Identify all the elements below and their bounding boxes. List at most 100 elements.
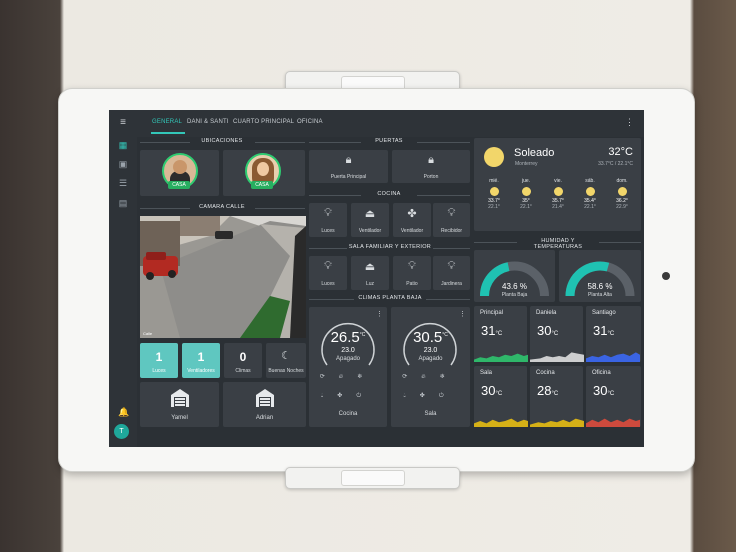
mode-icons[interactable]: ⟳🔥︎❄ [309, 373, 387, 381]
weather-card[interactable]: Soleado Monterrey 32°C 33.7°C / 22.1°C m… [474, 138, 641, 231]
humidity-label: Planta Baja [501, 292, 528, 298]
camera-label: Calle [143, 331, 153, 336]
room-temp: 30°C [481, 383, 503, 398]
sala-light-button[interactable]: ⏏ Luz [351, 256, 389, 290]
forecast-low: 22.1° [488, 204, 500, 210]
lights-counter-button[interactable]: 1 Luces [140, 343, 178, 378]
menu-icon[interactable]: ≡ [118, 118, 128, 128]
forecast-day-name: sáb. [585, 178, 595, 184]
cocina-recibidor-label: Recibidor [440, 228, 463, 234]
humidity-planta-alta[interactable]: 58.6 % Planta Alta [559, 250, 641, 302]
cocina-title: COCINA [377, 191, 401, 197]
garage-icon [171, 389, 189, 407]
bulb-icon: 💡︎ [447, 260, 456, 272]
sun-icon [521, 187, 531, 196]
fan-power-icons[interactable]: 💧︎✤⏻ [309, 392, 387, 400]
room-temp-card[interactable]: Oficina 30°C [586, 366, 641, 427]
cocina-fan-1-button[interactable]: ⏏ Ventilador [351, 203, 389, 237]
id-card-icon[interactable]: ▣ [118, 159, 128, 169]
thermostat-sala[interactable]: ⋮ 30.5°C 23.0 Apagado ⟳🔥︎❄ 💧︎✤⏻ Sala [391, 307, 470, 427]
sun-icon [585, 187, 595, 196]
sun-icon [553, 187, 563, 196]
sidebar: ≡ ▦ ▣ ☰ ▤ 🔔 T [109, 110, 137, 447]
moon-icon: ☾ [281, 350, 291, 362]
divider [255, 208, 305, 209]
cocina-lights-button[interactable]: 💡︎ Luces [309, 203, 347, 237]
fans-counter-button[interactable]: 1 Ventiladores [182, 343, 220, 378]
dashboard-icon[interactable]: ▦ [118, 140, 128, 150]
cocina-fan-1-label: Ventilador [358, 228, 382, 234]
weather-condition: Soleado [514, 147, 555, 159]
hvac-state: Apagado [335, 356, 361, 362]
bulb-icon: 💡︎ [408, 260, 416, 272]
divider [426, 299, 470, 300]
street-camera-feed[interactable]: Calle [140, 216, 306, 338]
sala-title: SALA FAMILIAR Y EXTERIOR [348, 244, 432, 250]
divider [140, 208, 190, 209]
divider [433, 248, 470, 249]
room-temp-card[interactable]: Santiago 31°C [586, 306, 641, 362]
tab-dani-santi[interactable]: DANI & SANTI [187, 119, 229, 125]
forecast-low: 21.4° [552, 204, 564, 210]
door-main-button[interactable]: 🔒︎ Puerta Principal [309, 150, 388, 183]
tab-general[interactable]: GENERAL [152, 119, 182, 125]
tab-cuarto-principal[interactable]: CUARTO PRINCIPAL [233, 119, 294, 125]
dashboard-screen: ≡ ▦ ▣ ☰ ▤ 🔔 T GENERAL DANI & SANTI CUART… [109, 110, 644, 447]
weather-location: Monterrey [515, 161, 538, 167]
climas-counter-button[interactable]: 0 Climas [224, 343, 262, 378]
cocina-fan-2-button[interactable]: ✤ Ventilador [393, 203, 431, 237]
user-avatar[interactable]: T [114, 424, 129, 439]
room-name: Sala [480, 370, 493, 376]
room-temp: 31°C [481, 323, 503, 338]
temp-sparkline [586, 418, 640, 427]
ceiling-lamp-icon: ⏏ [364, 208, 376, 220]
temp-sparkline [474, 418, 528, 427]
cocina-recibidor-button[interactable]: 💡︎ Recibidor [433, 203, 470, 237]
garage-adrian-label: Adrian [255, 415, 274, 421]
divider [309, 142, 361, 143]
divider [309, 248, 347, 249]
person-card-2[interactable]: CASA [223, 150, 305, 196]
room-temp-card[interactable]: Sala 30°C [474, 366, 528, 427]
garage-adrian-button[interactable]: Adrian [223, 382, 306, 427]
lights-label: Luces [152, 368, 166, 374]
good-night-button[interactable]: ☾ Buenas Noches [266, 343, 306, 378]
room-temp-card[interactable]: Daniela 30°C [530, 306, 584, 362]
divider [309, 195, 361, 196]
sun-icon [489, 187, 499, 196]
door-porton-label: Porton [423, 174, 439, 180]
forecast-day-name: vie. [554, 178, 562, 184]
list-icon[interactable]: ☰ [118, 178, 128, 188]
fan-icon: ✤ [407, 208, 417, 220]
room-temp-card[interactable]: Cocina 28°C [530, 366, 584, 427]
person-card-1[interactable]: CASA [140, 150, 219, 196]
temp-sparkline [530, 418, 584, 427]
fan-power-icons[interactable]: 💧︎✤⏻ [391, 392, 470, 400]
climas-title: CLIMAS PLANTA BAJA [358, 295, 422, 301]
ubicaciones-title: UBICACIONES [201, 138, 243, 144]
forecast-low: 22.9° [616, 204, 628, 210]
sala-patio-button[interactable]: 💡︎ Patio [393, 256, 431, 290]
humidity-planta-baja[interactable]: 43.6 % Planta Baja [474, 250, 555, 302]
more-options-icon[interactable]: ⋮ [625, 117, 634, 128]
thermostat-name: Sala [424, 411, 437, 417]
forecast-day-name: dom. [616, 178, 628, 184]
divider [474, 242, 517, 243]
garage-yamel-label: Yamel [171, 415, 188, 421]
room-temp: 30°C [537, 323, 559, 338]
target-temp: 23.0 [341, 347, 355, 354]
sala-light-label: Luz [365, 281, 375, 287]
cocina-lights-label: Luces [321, 228, 335, 234]
sala-lights-button[interactable]: 💡︎ Luces [309, 256, 347, 290]
thermostat-cocina[interactable]: ⋮ 26.5°C 23.0 Apagado ⟳🔥︎❄ 💧︎✤⏻ Cocina [309, 307, 387, 427]
room-temp-card[interactable]: Principal 31°C [474, 306, 528, 362]
tab-oficina[interactable]: OFICINA [297, 119, 323, 125]
calendar-icon[interactable]: ▤ [118, 198, 128, 208]
sala-jardinera-button[interactable]: 💡︎ Jardinera [433, 256, 470, 290]
garage-yamel-button[interactable]: Yamel [140, 382, 219, 427]
top-bar: GENERAL DANI & SANTI CUARTO PRINCIPAL OF… [137, 110, 644, 137]
door-porton-button[interactable]: 🔒︎ Porton [392, 150, 470, 183]
forecast-low: 22.1° [520, 204, 532, 210]
mode-icons[interactable]: ⟳🔥︎❄ [391, 373, 470, 381]
bell-icon[interactable]: 🔔 [118, 407, 129, 417]
